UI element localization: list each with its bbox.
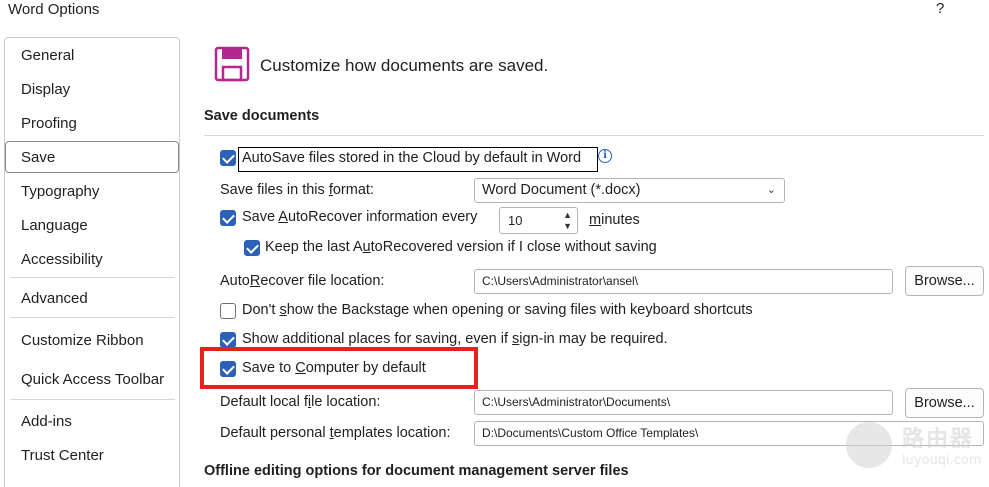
router-icon	[846, 422, 892, 468]
nav-separator	[11, 317, 175, 318]
autorecover-browse-button[interactable]: Browse...	[905, 266, 984, 296]
section-title-offline-editing: Offline editing options for document man…	[204, 463, 629, 479]
section-title-save-documents: Save documents	[204, 108, 320, 124]
autorecover-checkbox[interactable]	[220, 210, 236, 226]
minutes-label: minutes	[589, 212, 640, 228]
info-icon[interactable]: i	[598, 149, 612, 163]
nav-item-add-ins[interactable]: Add-ins	[5, 406, 179, 438]
nav-item-proofing[interactable]: Proofing	[5, 108, 179, 140]
nav-separator	[11, 399, 175, 400]
format-select-value: Word Document (*.docx)	[482, 182, 641, 198]
nav-item-general[interactable]: General	[5, 40, 179, 72]
personal-templates-label: Default personal templates location:	[220, 425, 451, 441]
format-label: Save files in this format:	[220, 182, 374, 198]
floppy-disk-icon	[214, 46, 250, 82]
autorecover-location-label: AutoRecover file location:	[220, 273, 385, 289]
keep-last-label: Keep the last AutoRecovered version if I…	[265, 239, 657, 255]
nav-item-accessibility[interactable]: Accessibility	[5, 244, 179, 276]
nav-item-customize-ribbon[interactable]: Customize Ribbon	[5, 325, 179, 357]
default-local-browse-button[interactable]: Browse...	[905, 388, 984, 418]
default-local-input[interactable]: C:\Users\Administrator\Documents\	[474, 390, 893, 415]
nav-item-save[interactable]: Save	[5, 141, 179, 173]
help-button[interactable]: ?	[936, 0, 944, 17]
autorecover-label: Save AutoRecover information every	[242, 209, 478, 225]
window-title: Word Options	[8, 1, 100, 18]
keep-last-checkbox[interactable]	[244, 240, 260, 256]
nav-item-display[interactable]: Display	[5, 74, 179, 106]
nav-separator	[11, 277, 175, 278]
watermark-url: luyouqi.com	[902, 453, 982, 468]
watermark-name: 路由器	[902, 427, 975, 452]
section-divider	[204, 135, 984, 136]
stepper-down-icon[interactable]: ▼	[563, 221, 572, 231]
stepper-up-icon[interactable]: ▲	[563, 210, 572, 220]
save-to-computer-checkbox[interactable]	[220, 361, 236, 377]
autorecover-minutes-value: 10	[508, 213, 523, 228]
chevron-down-icon: ⌄	[766, 184, 776, 196]
autosave-label: AutoSave files stored in the Cloud by de…	[242, 150, 582, 166]
default-local-label: Default local file location:	[220, 394, 381, 410]
additional-places-checkbox[interactable]	[220, 332, 236, 348]
autorecover-location-input[interactable]: C:\Users\Administrator\ansel\	[474, 269, 893, 294]
title-bar: Word Options ?	[0, 0, 989, 28]
format-select[interactable]: Word Document (*.docx) ⌄	[474, 178, 785, 203]
page-header: Customize how documents are saved.	[260, 56, 549, 75]
watermark-logo: 路由器 luyouqi.com	[846, 419, 986, 479]
autorecover-minutes-stepper[interactable]: 10 ▲ ▼	[499, 207, 578, 234]
options-nav: General Display Proofing Save Typography…	[4, 37, 180, 487]
nav-item-trust-center[interactable]: Trust Center	[5, 440, 179, 472]
nav-item-language[interactable]: Language	[5, 210, 179, 242]
backstage-label: Don't show the Backstage when opening or…	[242, 302, 753, 318]
nav-item-typography[interactable]: Typography	[5, 176, 179, 208]
autosave-checkbox[interactable]	[220, 150, 236, 166]
backstage-checkbox[interactable]	[220, 303, 236, 319]
nav-item-quick-access-toolbar[interactable]: Quick Access Toolbar	[5, 364, 179, 396]
save-to-computer-label: Save to Computer by default	[242, 360, 426, 376]
additional-places-label: Show additional places for saving, even …	[242, 331, 668, 347]
nav-item-advanced[interactable]: Advanced	[5, 283, 179, 315]
